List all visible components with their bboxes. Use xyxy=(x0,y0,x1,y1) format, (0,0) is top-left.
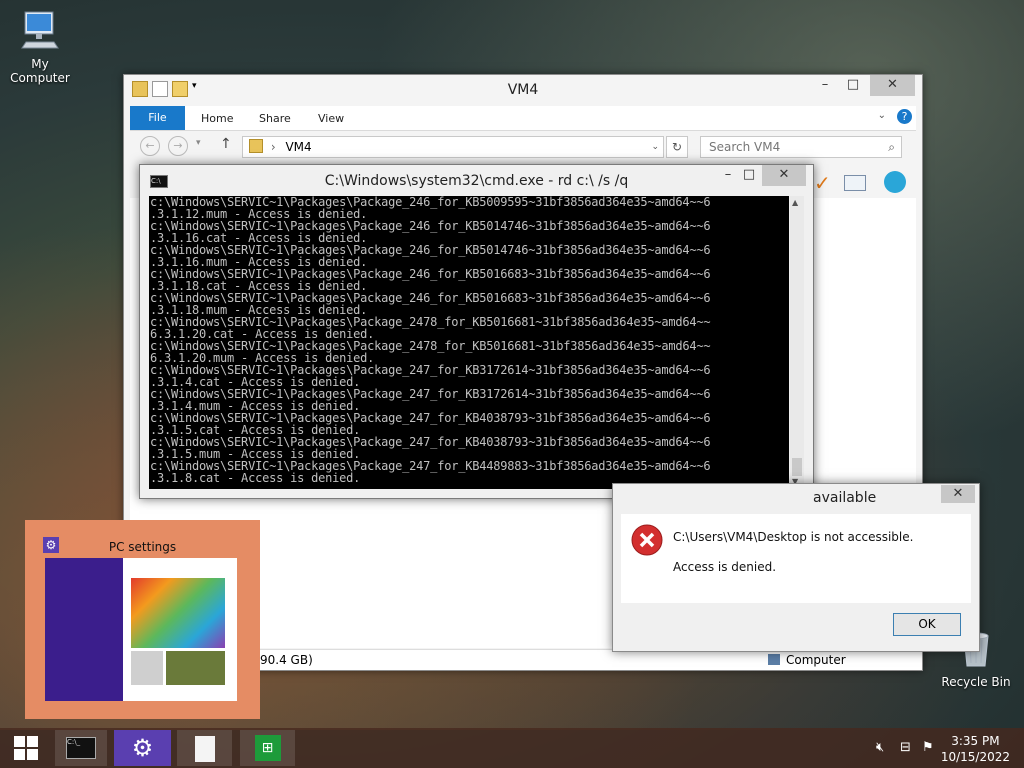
lock-screen-preview xyxy=(131,578,225,648)
search-icon: ⌕ xyxy=(888,140,895,154)
avatar xyxy=(131,651,163,685)
taskbar-store[interactable]: ⊞ xyxy=(240,730,295,766)
scrollbar-thumb[interactable] xyxy=(792,458,802,476)
maximize-button[interactable]: □ xyxy=(738,165,760,186)
cmd-titlebar[interactable]: C:\ C:\Windows\system32\cmd.exe - rd c:\… xyxy=(140,165,813,195)
dialog-title: available xyxy=(813,490,877,506)
clock[interactable]: 3:35 PM 10/15/2022 xyxy=(941,733,1010,765)
gear-icon: ⚙ xyxy=(131,734,154,762)
windows-logo-icon xyxy=(14,736,38,760)
computer-icon xyxy=(768,654,780,665)
up-button[interactable]: ↑ xyxy=(220,136,232,152)
breadcrumb-separator-icon: › xyxy=(270,140,276,154)
my-computer-label: My Computer xyxy=(10,57,70,85)
tab-share[interactable]: Share xyxy=(259,112,291,125)
taskbar-file-explorer[interactable] xyxy=(177,730,232,766)
document-icon xyxy=(194,736,215,762)
pc-settings-thumbnail[interactable]: ⚙ PC settings xyxy=(25,520,260,719)
ok-button[interactable]: OK xyxy=(893,613,961,636)
minimize-button[interactable]: – xyxy=(812,75,838,96)
tab-home[interactable]: Home xyxy=(201,112,233,125)
maximize-button[interactable]: □ xyxy=(840,75,866,96)
email-icon[interactable] xyxy=(844,175,866,191)
store-icon: ⊞ xyxy=(254,735,281,761)
explorer-title: VM4 xyxy=(507,82,539,98)
dialog-body: C:\Users\VM4\Desktop is not accessible. … xyxy=(621,514,971,603)
taskbar: C:\_ ⚙ ⊞ 🔇︎ ⊟ ⚑ 3:35 PM 10/15/2022 xyxy=(0,728,1024,768)
help-icon[interactable]: ? xyxy=(897,109,912,124)
my-computer-desktop-icon[interactable]: My Computer xyxy=(2,8,78,85)
start-button[interactable] xyxy=(6,730,46,766)
address-text: VM4 xyxy=(285,140,312,154)
chevron-down-icon[interactable]: ⌄ xyxy=(651,137,659,157)
pc-settings-title: PC settings xyxy=(108,540,177,554)
console-text: c:\Windows\SERVIC~1\Packages\Package_246… xyxy=(150,196,711,485)
status-size: 90.4 GB) xyxy=(260,653,313,667)
ribbon-tabs: File Home Share View ⌄ ? xyxy=(130,106,916,131)
dialog-message: C:\Users\VM4\Desktop is not accessible. xyxy=(673,530,914,544)
taskbar-cmd[interactable]: C:\_ xyxy=(55,730,107,766)
close-button[interactable]: ✕ xyxy=(762,165,806,186)
network-icon[interactable]: ⊟ xyxy=(900,740,911,755)
checkmark-icon[interactable]: ✓ xyxy=(814,171,831,195)
dialog-detail: Access is denied. xyxy=(673,560,777,574)
tab-file[interactable]: File xyxy=(130,106,185,130)
close-button[interactable]: ✕ xyxy=(870,75,915,96)
recent-locations-button[interactable]: ▾ xyxy=(196,138,201,148)
back-button[interactable]: ← xyxy=(140,136,160,156)
scrollbar[interactable]: ▲ ▼ xyxy=(790,196,804,489)
address-bar[interactable]: › VM4 ⌄ xyxy=(242,136,664,158)
cmd-window: C:\ C:\Windows\system32\cmd.exe - rd c:\… xyxy=(139,164,814,499)
recycle-bin-label: Recycle Bin xyxy=(941,675,1011,689)
address-row: ← → ▾ ↑ › VM4 ⌄ ↻ Search VM4 ⌕ xyxy=(130,134,916,162)
explorer-titlebar[interactable]: ▾ VM4 – □ ✕ xyxy=(124,75,922,105)
background-preview xyxy=(166,651,225,685)
tab-view[interactable]: View xyxy=(318,112,344,125)
search-input[interactable]: Search VM4 ⌕ xyxy=(700,136,902,158)
close-button[interactable]: ✕ xyxy=(941,485,975,503)
folder-icon xyxy=(249,139,263,153)
clock-time: 3:35 PM xyxy=(951,734,1000,748)
volume-muted-icon[interactable]: 🔇︎ xyxy=(876,740,884,755)
clock-date: 10/15/2022 xyxy=(940,750,1010,764)
taskbar-pc-settings[interactable]: ⚙ xyxy=(114,730,171,766)
computer-icon xyxy=(21,11,59,49)
settings-sidebar-preview xyxy=(45,558,123,701)
globe-icon[interactable] xyxy=(884,171,906,193)
minimize-button[interactable]: – xyxy=(716,165,740,186)
refresh-button[interactable]: ↻ xyxy=(666,136,688,158)
console-output[interactable]: c:\Windows\SERVIC~1\Packages\Package_246… xyxy=(149,196,789,489)
error-dialog: available ✕ C:\Users\VM4\Desktop is not … xyxy=(612,483,980,652)
pc-settings-preview xyxy=(45,558,237,701)
status-location: Computer xyxy=(786,653,846,667)
cmd-icon: C:\_ xyxy=(66,737,96,759)
action-center-icon[interactable]: ⚑ xyxy=(922,740,934,755)
forward-button[interactable]: → xyxy=(168,136,188,156)
chevron-down-icon[interactable]: ⌄ xyxy=(878,110,886,121)
cmd-title: C:\Windows\system32\cmd.exe - rd c:\ /s … xyxy=(324,173,629,189)
scroll-up-icon[interactable]: ▲ xyxy=(792,198,798,207)
error-icon xyxy=(631,524,663,556)
search-placeholder: Search VM4 xyxy=(709,140,781,154)
